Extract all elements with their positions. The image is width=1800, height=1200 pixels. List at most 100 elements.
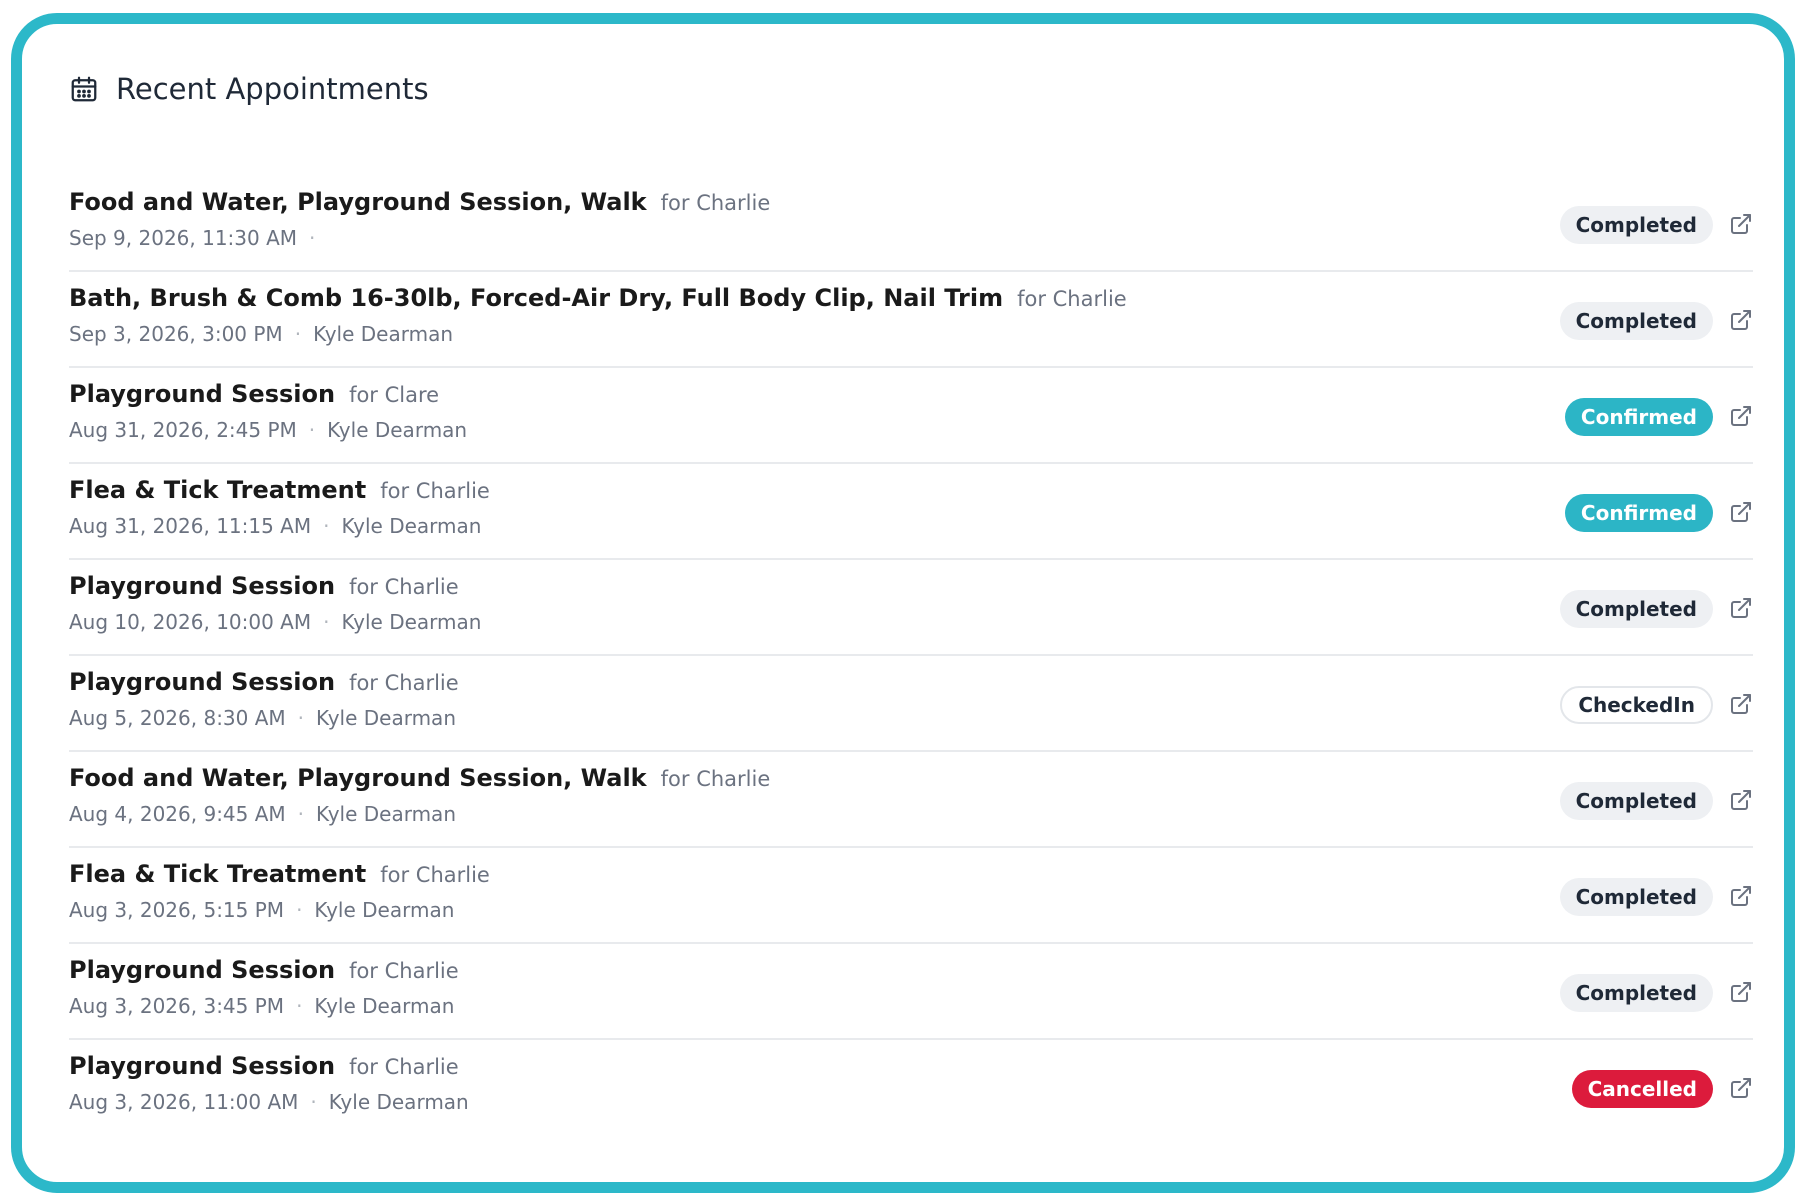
appointment-datetime: Aug 5, 2026, 8:30 AM bbox=[69, 706, 286, 730]
status-badge: Completed bbox=[1559, 206, 1713, 244]
external-link-icon[interactable] bbox=[1729, 500, 1753, 524]
appointment-title-line: Playground Session for Charlie bbox=[69, 668, 459, 696]
appointment-row[interactable]: Flea & Tick Treatment for Charlie Aug 3,… bbox=[69, 848, 1753, 944]
pet-name: for Charlie bbox=[660, 767, 771, 791]
appointment-meta: Aug 5, 2026, 8:30 AM · Kyle Dearman bbox=[69, 706, 456, 730]
pet-name: for Clare bbox=[349, 383, 440, 407]
appointment-datetime: Sep 9, 2026, 11:30 AM bbox=[69, 226, 298, 250]
status-badge: Confirmed bbox=[1564, 494, 1713, 532]
appointment-title-line: Flea & Tick Treatment for Charlie bbox=[69, 476, 490, 504]
appointment-row[interactable]: Food and Water, Playground Session, Walk… bbox=[69, 176, 1753, 272]
appointment-title-line: Playground Session for Charlie bbox=[69, 1052, 459, 1080]
pet-name: for Charlie bbox=[380, 479, 490, 503]
separator-dot: · bbox=[323, 610, 330, 634]
service-name: Playground Session bbox=[69, 572, 336, 600]
pet-name: for Charlie bbox=[380, 863, 490, 887]
separator-dot: · bbox=[309, 226, 316, 250]
card-header: Recent Appointments bbox=[69, 72, 429, 106]
staff-name: Kyle Dearman bbox=[314, 898, 455, 922]
staff-name: Kyle Dearman bbox=[316, 706, 456, 730]
service-name: Flea & Tick Treatment bbox=[69, 860, 367, 888]
status-badge: Completed bbox=[1559, 302, 1713, 340]
appointment-meta: Aug 3, 2026, 3:45 PM · Kyle Dearman bbox=[69, 994, 454, 1018]
pet-name: for Charlie bbox=[660, 191, 771, 215]
external-link-icon[interactable] bbox=[1729, 212, 1753, 236]
status-badge: CheckedIn bbox=[1560, 686, 1713, 724]
separator-dot: · bbox=[297, 706, 305, 730]
appointment-title-line: Playground Session for Clare bbox=[69, 380, 439, 408]
pet-name: for Charlie bbox=[349, 671, 459, 695]
staff-name: Kyle Dearman bbox=[316, 802, 456, 826]
pet-name: for Charlie bbox=[1017, 287, 1127, 311]
appointment-title-line: Playground Session for Charlie bbox=[69, 572, 459, 600]
separator-dot: · bbox=[310, 1090, 317, 1114]
appointment-datetime: Sep 3, 2026, 3:00 PM bbox=[69, 322, 283, 346]
appointment-row[interactable]: Playground Session for Charlie Aug 5, 20… bbox=[69, 656, 1753, 752]
staff-name: Kyle Dearman bbox=[341, 610, 482, 634]
appointment-meta: Aug 3, 2026, 11:00 AM · Kyle Dearman bbox=[69, 1090, 469, 1114]
external-link-icon[interactable] bbox=[1729, 404, 1753, 428]
appointment-meta: Aug 31, 2026, 11:15 AM · Kyle Dearman bbox=[69, 514, 481, 538]
service-name: Playground Session bbox=[69, 956, 336, 984]
external-link-icon[interactable] bbox=[1729, 980, 1753, 1004]
external-link-icon[interactable] bbox=[1729, 596, 1753, 620]
appointment-row[interactable]: Bath, Brush & Comb 16-30lb, Forced-Air D… bbox=[69, 272, 1753, 368]
external-link-icon[interactable] bbox=[1729, 1076, 1753, 1100]
appointments-list: Food and Water, Playground Session, Walk… bbox=[69, 176, 1753, 1136]
pet-name: for Charlie bbox=[349, 1055, 459, 1079]
pet-name: for Charlie bbox=[349, 575, 459, 599]
external-link-icon[interactable] bbox=[1729, 884, 1753, 908]
staff-name: Kyle Dearman bbox=[328, 1090, 469, 1114]
appointment-datetime: Aug 3, 2026, 3:45 PM bbox=[69, 994, 285, 1018]
appointment-datetime: Aug 4, 2026, 9:45 AM bbox=[69, 802, 286, 826]
service-name: Playground Session bbox=[69, 1052, 336, 1080]
appointment-meta: Sep 3, 2026, 3:00 PM · Kyle Dearman bbox=[69, 322, 453, 346]
appointment-meta: Aug 3, 2026, 5:15 PM · Kyle Dearman bbox=[69, 898, 454, 922]
appointments-card: Recent Appointments Food and Water, Play… bbox=[11, 13, 1795, 1193]
separator-dot: · bbox=[296, 898, 303, 922]
appointment-title-line: Food and Water, Playground Session, Walk… bbox=[69, 764, 770, 792]
separator-dot: · bbox=[294, 322, 302, 346]
service-name: Bath, Brush & Comb 16-30lb, Forced-Air D… bbox=[69, 284, 1004, 312]
appointment-row[interactable]: Playground Session for Charlie Aug 10, 2… bbox=[69, 560, 1753, 656]
appointment-datetime: Aug 31, 2026, 11:15 AM bbox=[69, 514, 312, 538]
appointment-datetime: Aug 3, 2026, 5:15 PM bbox=[69, 898, 285, 922]
appointment-row[interactable]: Playground Session for Clare Aug 31, 202… bbox=[69, 368, 1753, 464]
staff-name: Kyle Dearman bbox=[313, 322, 454, 346]
appointment-meta: Aug 10, 2026, 10:00 AM · Kyle Dearman bbox=[69, 610, 481, 634]
appointment-meta: Sep 9, 2026, 11:30 AM · bbox=[69, 226, 327, 250]
appointment-row[interactable]: Flea & Tick Treatment for Charlie Aug 31… bbox=[69, 464, 1753, 560]
service-name: Playground Session bbox=[69, 668, 336, 696]
appointment-row[interactable]: Food and Water, Playground Session, Walk… bbox=[69, 752, 1753, 848]
appointment-datetime: Aug 31, 2026, 2:45 PM bbox=[69, 418, 297, 442]
appointment-title-line: Bath, Brush & Comb 16-30lb, Forced-Air D… bbox=[69, 284, 1127, 312]
staff-name: Kyle Dearman bbox=[314, 994, 455, 1018]
separator-dot: · bbox=[308, 418, 316, 442]
appointment-title-line: Food and Water, Playground Session, Walk… bbox=[69, 188, 770, 216]
staff-name: Kyle Dearman bbox=[327, 418, 468, 442]
external-link-icon[interactable] bbox=[1729, 308, 1753, 332]
status-badge: Completed bbox=[1559, 782, 1713, 820]
service-name: Food and Water, Playground Session, Walk bbox=[69, 764, 647, 792]
separator-dot: · bbox=[296, 994, 303, 1018]
service-name: Playground Session bbox=[69, 380, 336, 408]
service-name: Flea & Tick Treatment bbox=[69, 476, 367, 504]
appointment-meta: Aug 4, 2026, 9:45 AM · Kyle Dearman bbox=[69, 802, 456, 826]
status-badge: Completed bbox=[1559, 878, 1713, 916]
appointment-meta: Aug 31, 2026, 2:45 PM · Kyle Dearman bbox=[69, 418, 467, 442]
status-badge: Completed bbox=[1559, 974, 1713, 1012]
calendar-icon bbox=[69, 74, 99, 104]
pet-name: for Charlie bbox=[349, 959, 459, 983]
appointment-title-line: Playground Session for Charlie bbox=[69, 956, 459, 984]
status-badge: Cancelled bbox=[1571, 1070, 1713, 1108]
appointment-row[interactable]: Playground Session for Charlie Aug 3, 20… bbox=[69, 944, 1753, 1040]
status-badge: Confirmed bbox=[1564, 398, 1713, 436]
separator-dot: · bbox=[297, 802, 305, 826]
appointment-row[interactable]: Playground Session for Charlie Aug 3, 20… bbox=[69, 1040, 1753, 1136]
appointment-datetime: Aug 10, 2026, 10:00 AM bbox=[69, 610, 312, 634]
external-link-icon[interactable] bbox=[1729, 788, 1753, 812]
appointment-datetime: Aug 3, 2026, 11:00 AM bbox=[69, 1090, 299, 1114]
status-badge: Completed bbox=[1559, 590, 1713, 628]
staff-name: Kyle Dearman bbox=[341, 514, 482, 538]
external-link-icon[interactable] bbox=[1729, 692, 1753, 716]
